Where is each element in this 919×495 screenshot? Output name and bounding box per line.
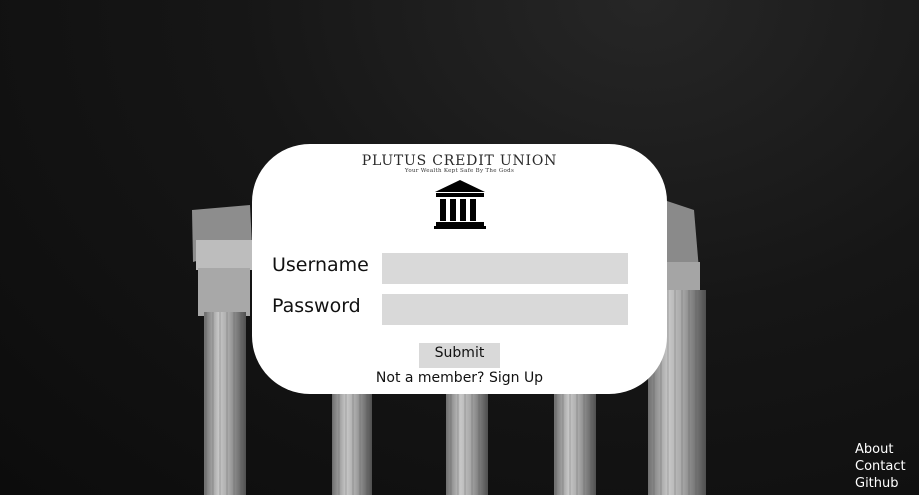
password-input[interactable] [382,294,628,325]
footer-link-about[interactable]: About [855,441,919,458]
footer-links: About Contact Github [855,441,919,492]
password-label: Password [272,295,361,317]
signup-prompt-text: Not a member? [375,370,485,386]
signup-link[interactable]: Sign Up [489,370,543,386]
username-label: Username [272,254,369,276]
signup-prompt: Not a member? Sign Up [252,370,667,386]
footer-link-contact[interactable]: Contact [855,458,919,475]
bank-building-icon [434,180,486,229]
brand-name: PLUTUS CREDIT UNION [361,153,558,169]
login-card: PLUTUS CREDIT UNION Your Wealth Kept Saf… [252,144,667,394]
submit-button[interactable]: Submit [419,343,500,368]
footer-link-github[interactable]: Github [855,475,919,492]
username-input[interactable] [382,253,628,284]
brand-tagline: Your Wealth Kept Safe By The Gods [404,168,515,174]
